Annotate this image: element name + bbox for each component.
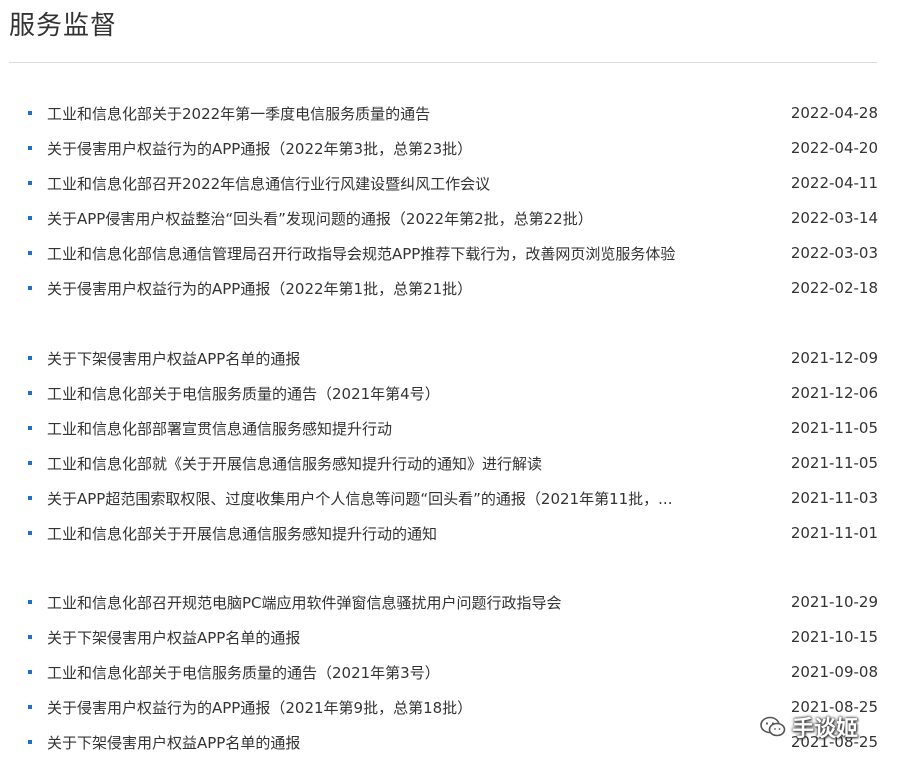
list-item-title-link[interactable]: 工业和信息化部关于电信服务质量的通告（2021年第3号）	[47, 662, 699, 683]
list-item[interactable]: 关于侵害用户权益行为的APP通报（2022年第3批，总第23批） 2022-04-…	[28, 136, 878, 160]
bullet-icon	[28, 705, 32, 709]
list-item-date: 2021-12-09	[790, 349, 878, 367]
list-item[interactable]: 关于侵害用户权益行为的APP通报（2021年第9批，总第18批） 2021-08-…	[28, 695, 878, 719]
watermark-text: 手谈姬	[792, 717, 859, 742]
list-item-title-link[interactable]: 工业和信息化部信息通信管理局召开行政指导会规范APP推荐下载行为，改善网页浏览服…	[47, 243, 699, 264]
bullet-icon	[28, 146, 32, 150]
bullet-icon	[28, 391, 32, 395]
list-item[interactable]: 关于侵害用户权益行为的APP通报（2022年第1批，总第21批） 2022-02-…	[28, 276, 878, 300]
list-item-title-link[interactable]: 工业和信息化部召开2022年信息通信行业行风建设暨纠风工作会议	[47, 173, 699, 194]
list-item-date: 2022-04-11	[790, 174, 878, 192]
list-item-date: 2021-09-08	[790, 663, 878, 681]
list-item[interactable]: 工业和信息化部信息通信管理局召开行政指导会规范APP推荐下载行为，改善网页浏览服…	[28, 241, 878, 265]
list-item-title-link[interactable]: 工业和信息化部就《关于开展信息通信服务感知提升行动的通知》进行解读	[47, 453, 699, 474]
bullet-icon	[28, 496, 32, 500]
list-item-title-link[interactable]: 关于下架侵害用户权益APP名单的通报	[47, 348, 699, 369]
list-item[interactable]: 工业和信息化部关于电信服务质量的通告（2021年第4号） 2021-12-06	[28, 381, 878, 405]
list-item-date: 2021-10-15	[790, 628, 878, 646]
list-item-title-link[interactable]: 关于侵害用户权益行为的APP通报（2022年第1批，总第21批）	[47, 278, 699, 299]
list-item-title-link[interactable]: 关于APP侵害用户权益整治“回头看”发现问题的通报（2022年第2批，总第22批…	[47, 208, 699, 229]
list-item-date: 2021-12-06	[790, 384, 878, 402]
list-item-date: 2022-04-28	[790, 104, 878, 122]
list-item[interactable]: 关于下架侵害用户权益APP名单的通报 2021-08-25	[28, 730, 878, 754]
list-item[interactable]: 关于APP超范围索取权限、过度收集用户个人信息等问题“回头看”的通报（2021年…	[28, 486, 878, 510]
list-item-date: 2021-10-29	[790, 593, 878, 611]
bullet-icon	[28, 426, 32, 430]
bullet-icon	[28, 600, 32, 604]
title-divider	[9, 62, 877, 63]
watermark: 手谈姬	[760, 712, 858, 742]
bullet-icon	[28, 216, 32, 220]
bullet-icon	[28, 286, 32, 290]
list-item-title-link[interactable]: 工业和信息化部关于2022年第一季度电信服务质量的通告	[47, 103, 699, 124]
list-item-date: 2022-02-18	[790, 279, 878, 297]
list-item-title-link[interactable]: 工业和信息化部部署宣贯信息通信服务感知提升行动	[47, 418, 699, 439]
bullet-icon	[28, 531, 32, 535]
bullet-icon	[28, 111, 32, 115]
list-item[interactable]: 工业和信息化部召开2022年信息通信行业行风建设暨纠风工作会议 2022-04-1…	[28, 171, 878, 195]
list-item-title-link[interactable]: 工业和信息化部关于电信服务质量的通告（2021年第4号）	[47, 383, 699, 404]
list-item[interactable]: 工业和信息化部关于电信服务质量的通告（2021年第3号） 2021-09-08	[28, 660, 878, 684]
list-item-date: 2022-03-14	[790, 209, 878, 227]
list-item-date: 2021-11-05	[790, 454, 878, 472]
list-item[interactable]: 关于APP侵害用户权益整治“回头看”发现问题的通报（2022年第2批，总第22批…	[28, 206, 878, 230]
list-item-date: 2021-11-03	[790, 489, 878, 507]
list-item-title-link[interactable]: 关于侵害用户权益行为的APP通报（2021年第9批，总第18批）	[47, 697, 699, 718]
list-item-date: 2021-11-05	[790, 419, 878, 437]
list-item-title-link[interactable]: 关于下架侵害用户权益APP名单的通报	[47, 627, 699, 648]
bullet-icon	[28, 181, 32, 185]
list-item-title-link[interactable]: 工业和信息化部召开规范电脑PC端应用软件弹窗信息骚扰用户问题行政指导会	[47, 592, 699, 613]
list-item-title-link[interactable]: 工业和信息化部关于开展信息通信服务感知提升行动的通知	[47, 523, 699, 544]
page-title: 服务监督	[9, 11, 118, 41]
bullet-icon	[28, 740, 32, 744]
list-item-title-link[interactable]: 关于下架侵害用户权益APP名单的通报	[47, 732, 699, 753]
list-item[interactable]: 工业和信息化部部署宣贯信息通信服务感知提升行动 2021-11-05	[28, 416, 878, 440]
wechat-icon	[760, 716, 786, 737]
list-item[interactable]: 关于下架侵害用户权益APP名单的通报 2021-10-15	[28, 625, 878, 649]
list-item[interactable]: 关于下架侵害用户权益APP名单的通报 2021-12-09	[28, 346, 878, 370]
list-item-title-link[interactable]: 关于侵害用户权益行为的APP通报（2022年第3批，总第23批）	[47, 138, 699, 159]
bullet-icon	[28, 356, 32, 360]
list-item-date: 2022-03-03	[790, 244, 878, 262]
list-item-date: 2022-04-20	[790, 139, 878, 157]
list-item[interactable]: 工业和信息化部就《关于开展信息通信服务感知提升行动的通知》进行解读 2021-11…	[28, 451, 878, 475]
bullet-icon	[28, 461, 32, 465]
bullet-icon	[28, 251, 32, 255]
list-item[interactable]: 工业和信息化部召开规范电脑PC端应用软件弹窗信息骚扰用户问题行政指导会 2021-…	[28, 590, 878, 614]
bullet-icon	[28, 670, 32, 674]
list-item-title-link[interactable]: 关于APP超范围索取权限、过度收集用户个人信息等问题“回头看”的通报（2021年…	[47, 488, 699, 509]
list-item[interactable]: 工业和信息化部关于开展信息通信服务感知提升行动的通知 2021-11-01	[28, 521, 878, 545]
list-item-date: 2021-11-01	[790, 524, 878, 542]
list-item[interactable]: 工业和信息化部关于2022年第一季度电信服务质量的通告 2022-04-28	[28, 101, 878, 125]
bullet-icon	[28, 635, 32, 639]
